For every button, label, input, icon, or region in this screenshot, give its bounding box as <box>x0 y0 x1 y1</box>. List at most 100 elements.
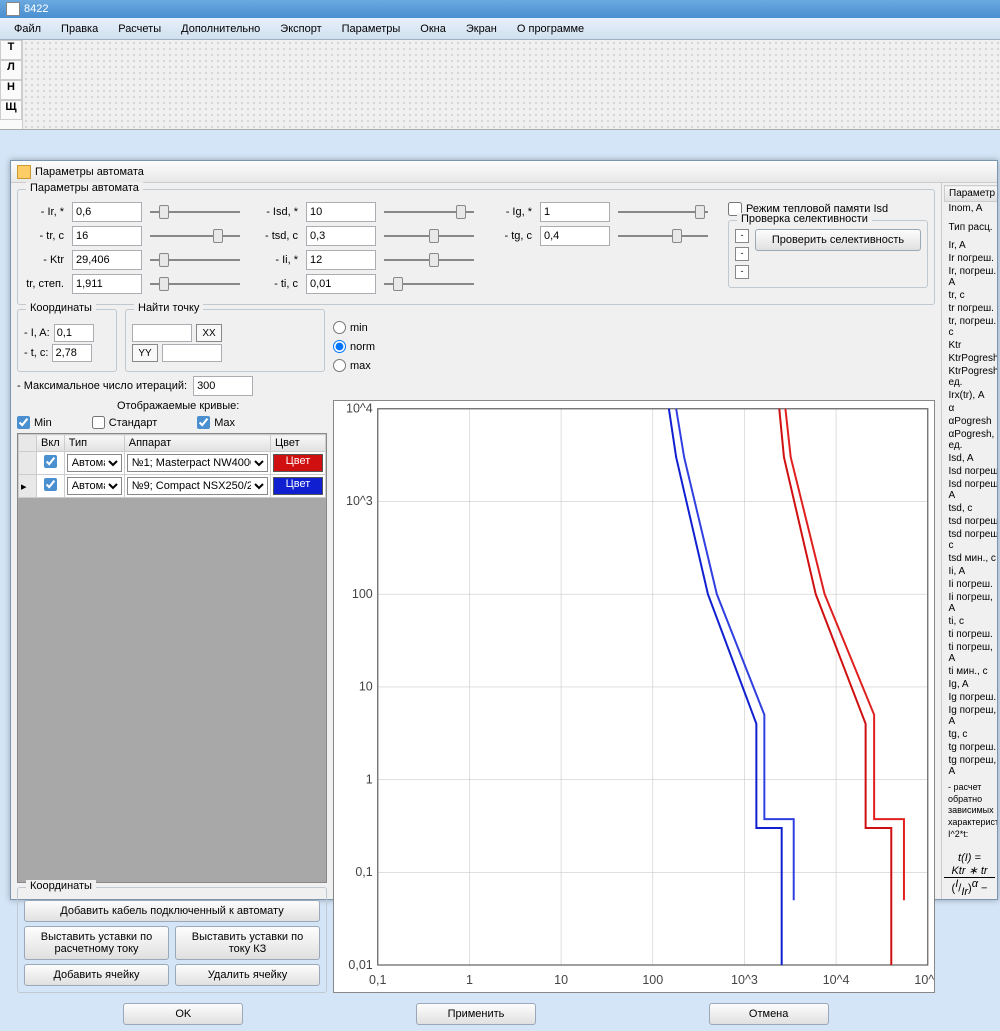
menu-calc[interactable]: Расчеты <box>108 20 171 38</box>
param-row: tsd мин., c0,02 <box>945 552 998 565</box>
menu-extra[interactable]: Дополнительно <box>171 20 270 38</box>
menubar: Файл Правка Расчеты Дополнительно Экспор… <box>0 18 1000 40</box>
ktr-input[interactable] <box>72 250 142 270</box>
svg-text:0,01: 0,01 <box>348 958 372 972</box>
tool-sh[interactable]: Щ <box>0 100 22 120</box>
find-y-input[interactable] <box>162 344 222 362</box>
add-cell-button[interactable]: Добавить ячейку <box>24 964 169 986</box>
set-calc-button[interactable]: Выставить уставки по расчетному току <box>24 926 169 960</box>
menu-screen[interactable]: Экран <box>456 20 507 38</box>
cancel-button[interactable]: Отмена <box>709 1003 829 1025</box>
sel-box-3[interactable]: - <box>735 265 749 279</box>
svg-text:1: 1 <box>466 973 473 987</box>
isd-input[interactable] <box>306 202 376 222</box>
svg-text:100: 100 <box>642 973 663 987</box>
param-row: tr, c16 <box>945 289 998 302</box>
sel-box-2[interactable]: - <box>735 247 749 261</box>
trst-label: tr, степ. <box>24 278 64 290</box>
radio-min[interactable]: min <box>333 321 375 334</box>
check-selectivity-button[interactable]: Проверить селективность <box>755 229 921 251</box>
row2-enabled[interactable] <box>44 478 57 491</box>
param-row: tsd погреш, c0,225-0,375 <box>945 528 998 552</box>
radio-max[interactable]: max <box>333 359 375 372</box>
isd-slider[interactable] <box>384 202 474 222</box>
tr-input[interactable] <box>72 226 142 246</box>
grid-row-2[interactable]: ▸ Автомат №9; Compact NSX250/250; П Цвет <box>19 475 326 498</box>
diagram-canvas[interactable] <box>23 40 1000 129</box>
param-row: KtrPogresh1-1 <box>945 352 998 365</box>
radio-norm[interactable]: norm <box>333 340 375 353</box>
param-row: Тип расц.Micrologic 6.2E <box>945 215 998 239</box>
ir-slider[interactable] <box>150 202 240 222</box>
tool-n[interactable]: Н <box>0 80 22 100</box>
ktr-slider[interactable] <box>150 250 240 270</box>
cb-min[interactable]: Min <box>17 416 52 429</box>
ii-input[interactable] <box>306 250 376 270</box>
ia-input[interactable] <box>54 324 94 342</box>
row1-color[interactable]: Цвет <box>273 454 323 472</box>
curves-label: Отображаемые кривые: <box>17 400 327 412</box>
find-x-input[interactable] <box>132 324 192 342</box>
curves-grid[interactable]: Вкл Тип Аппарат Цвет Автомат №1; Masterp… <box>17 433 327 883</box>
app-icon <box>6 2 20 16</box>
tr-slider[interactable] <box>150 226 240 246</box>
param-row: Ig, A250 <box>945 678 998 691</box>
cb-max[interactable]: Max <box>197 416 235 429</box>
svg-text:10^3: 10^3 <box>731 973 758 987</box>
row1-type[interactable]: Автомат <box>67 454 122 472</box>
trst-slider[interactable] <box>150 274 240 294</box>
max-iter-label: - Максимальное число итераций: <box>17 380 187 392</box>
row2-type[interactable]: Автомат <box>67 477 122 495</box>
menu-edit[interactable]: Правка <box>51 20 108 38</box>
row2-app[interactable]: №9; Compact NSX250/250; П <box>127 477 268 495</box>
param-row: tr, погреш., c16-20,8 <box>945 315 998 339</box>
del-cell-button[interactable]: Удалить ячейку <box>175 964 320 986</box>
svg-text:10: 10 <box>554 973 568 987</box>
menu-export[interactable]: Экспорт <box>270 20 331 38</box>
param-row: Ir, погреш., А150-180 <box>945 265 998 289</box>
find-point-group: Найти точку XX YY <box>125 309 325 372</box>
menu-about[interactable]: О программе <box>507 20 594 38</box>
param-row: tg, c0,4 <box>945 728 998 741</box>
row1-app[interactable]: №1; Masterpact NW4000/4... <box>127 454 268 472</box>
ig-input[interactable] <box>540 202 610 222</box>
menu-params[interactable]: Параметры <box>332 20 411 38</box>
ok-button[interactable]: OK <box>123 1003 243 1025</box>
param-row: ti, c0,01 <box>945 615 998 628</box>
tsd-slider[interactable] <box>384 226 474 246</box>
max-iter-input[interactable] <box>193 376 253 396</box>
tc-input[interactable] <box>52 344 92 362</box>
ig-slider[interactable] <box>618 202 708 222</box>
ii-slider[interactable] <box>384 250 474 270</box>
tg-input[interactable] <box>540 226 610 246</box>
add-cable-button[interactable]: Добавить кабель подключенный к автомату <box>24 900 320 922</box>
param-row: Ig погреш, A <box>945 704 998 728</box>
yy-button[interactable]: YY <box>132 344 158 362</box>
row2-color[interactable]: Цвет <box>273 477 323 495</box>
svg-text:0,1: 0,1 <box>369 973 386 987</box>
tg-slider[interactable] <box>618 226 708 246</box>
menu-windows[interactable]: Окна <box>410 20 456 38</box>
ti-input[interactable] <box>306 274 376 294</box>
coordinates-group: Координаты - I, A: - t, c: <box>17 309 117 372</box>
svg-text:10^4: 10^4 <box>823 973 850 987</box>
param-row: Isd погреш.0,9-1,1 <box>945 465 998 478</box>
ir-input[interactable] <box>72 202 142 222</box>
app-title: 8422 <box>24 3 48 15</box>
svg-text:10^5: 10^5 <box>914 973 934 987</box>
tsd-input[interactable] <box>306 226 376 246</box>
tool-t[interactable]: Т <box>0 40 22 60</box>
param-row: Isd погреш, A1350-1650 <box>945 478 998 502</box>
row1-enabled[interactable] <box>44 455 57 468</box>
xx-button[interactable]: XX <box>196 324 222 342</box>
menu-file[interactable]: Файл <box>4 20 51 38</box>
sel-box-1[interactable]: - <box>735 229 749 243</box>
cb-std[interactable]: Стандарт <box>92 416 158 429</box>
trst-input[interactable] <box>72 274 142 294</box>
tool-l[interactable]: Л <box>0 60 22 80</box>
ti-slider[interactable] <box>384 274 474 294</box>
set-kz-button[interactable]: Выставить уставки по току КЗ <box>175 926 320 960</box>
params-dialog: Параметры автомата Параметры автомата - … <box>10 160 998 900</box>
apply-button[interactable]: Применить <box>416 1003 536 1025</box>
grid-row-1[interactable]: Автомат №1; Masterpact NW4000/4... Цвет <box>19 452 326 475</box>
